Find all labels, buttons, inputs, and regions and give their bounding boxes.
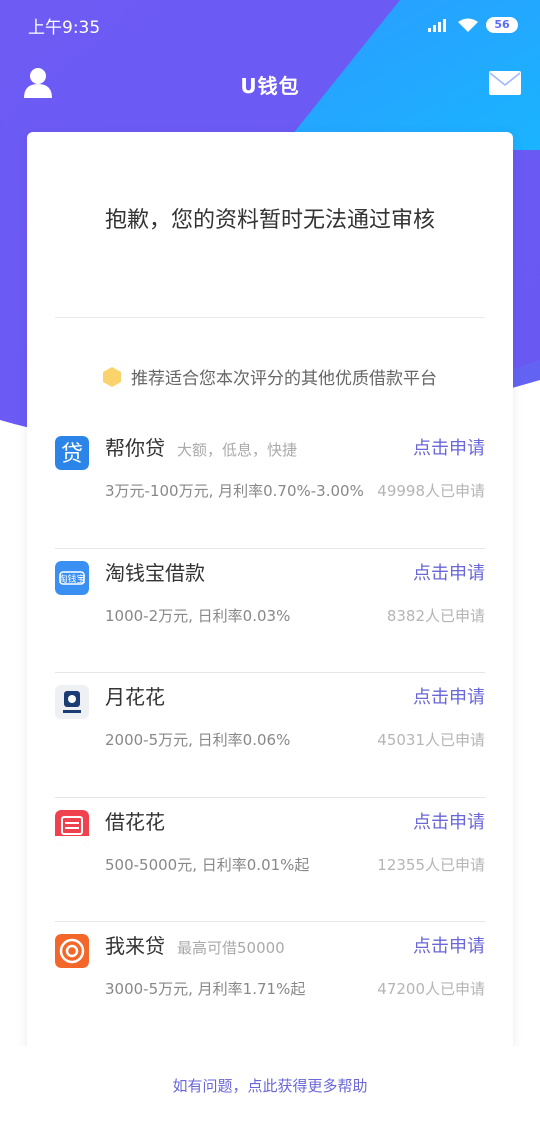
apply-button[interactable]: 点击申请 (413, 683, 485, 709)
rejection-message: 抱歉，您的资料暂时无法通过审核 (104, 208, 435, 233)
applicant-count: 8382人已申请 (386, 606, 485, 625)
jiehuahua-logo-icon (55, 809, 89, 844)
mail-icon (489, 71, 521, 95)
user-icon (24, 68, 52, 98)
loan-terms: 3000-5万元, 月利率1.71%起 (105, 980, 306, 998)
loan-item-jiehuahua[interactable]: 借花花 点击申请 500-5000元, 日利率0.01%起 12355人已申请 (55, 798, 485, 922)
applicant-count: 45031人已申请 (377, 731, 485, 749)
status-time: 上午9:35 (28, 17, 101, 38)
loan-item-bangnidai[interactable]: 贷 帮你贷 大额，低息，快捷 点击申请 3万元-100万元, 月利率0.70%-3… (55, 424, 485, 549)
loan-terms: 3万元-100万元, 月利率0.70%-3.00% (105, 482, 364, 500)
loan-tagline: 最高可借50000 (177, 939, 285, 957)
loan-name: 月花花 (105, 685, 165, 709)
bangnidai-logo-icon: 贷 (55, 436, 89, 470)
user-profile-button[interactable] (22, 66, 54, 100)
loan-name: 帮你贷 大额，低息，快捷 (105, 436, 298, 460)
loan-list: 贷 帮你贷 大额，低息，快捷 点击申请 3万元-100万元, 月利率0.70%-3… (55, 424, 485, 1047)
loan-terms: 1000-2万元, 日利率0.03% (105, 606, 291, 625)
svg-text:淘钱宝: 淘钱宝 (58, 573, 85, 585)
loan-name: 我来贷 最高可借50000 (105, 934, 285, 958)
applicant-count: 49998人已申请 (377, 482, 485, 500)
footer: 如有问题，点此获得更多帮助 (0, 1046, 540, 1124)
page-title: U钱包 (240, 73, 300, 98)
signal-icon (428, 19, 446, 32)
title-bar: U钱包 (0, 56, 540, 112)
help-link[interactable]: 如有问题，点此获得更多帮助 (172, 1075, 367, 1096)
loan-item-wolaidai[interactable]: 我来贷 最高可借50000 点击申请 3000-5万元, 月利率1.71%起 47… (55, 922, 485, 1047)
status-bar: 上午9:35 56 (0, 0, 540, 50)
apply-button[interactable]: 点击申请 (413, 434, 485, 460)
recommend-section-title: 推荐适合您本次评分的其他优质借款平台 (27, 364, 513, 389)
battery-indicator: 56 (486, 17, 518, 33)
taoqianbao-logo-icon: 淘钱宝 (55, 560, 89, 595)
wifi-icon (458, 18, 478, 32)
loan-name: 淘钱宝借款 (105, 560, 205, 585)
divider (55, 317, 485, 318)
yuehuahua-logo-icon (55, 685, 89, 719)
loan-name: 借花花 (105, 809, 165, 834)
apply-button[interactable]: 点击申请 (413, 559, 485, 585)
recommend-text: 推荐适合您本次评分的其他优质借款平台 (131, 369, 437, 389)
applicant-count: 47200人已申请 (377, 980, 485, 998)
apply-button[interactable]: 点击申请 (413, 932, 485, 958)
hexagon-icon (103, 366, 121, 387)
loan-item-yuehuahua[interactable]: 月花花 点击申请 2000-5万元, 日利率0.06% 45031人已申请 (55, 673, 485, 798)
apply-button[interactable]: 点击申请 (413, 808, 485, 834)
svg-text:贷: 贷 (61, 442, 83, 467)
message-button[interactable] (488, 70, 522, 96)
loan-tagline: 大额，低息，快捷 (177, 441, 298, 459)
loan-terms: 2000-5万元, 日利率0.06% (105, 731, 291, 749)
loan-terms: 500-5000元, 日利率0.01%起 (105, 855, 310, 874)
loan-item-taoqianbao[interactable]: 淘钱宝 淘钱宝借款 点击申请 1000-2万元, 日利率0.03% 8382人已… (55, 549, 485, 673)
result-card: 抱歉，您的资料暂时无法通过审核 推荐适合您本次评分的其他优质借款平台 贷 帮你贷… (27, 132, 513, 1124)
wolaidai-logo-icon (55, 934, 89, 968)
applicant-count: 12355人已申请 (377, 855, 485, 874)
